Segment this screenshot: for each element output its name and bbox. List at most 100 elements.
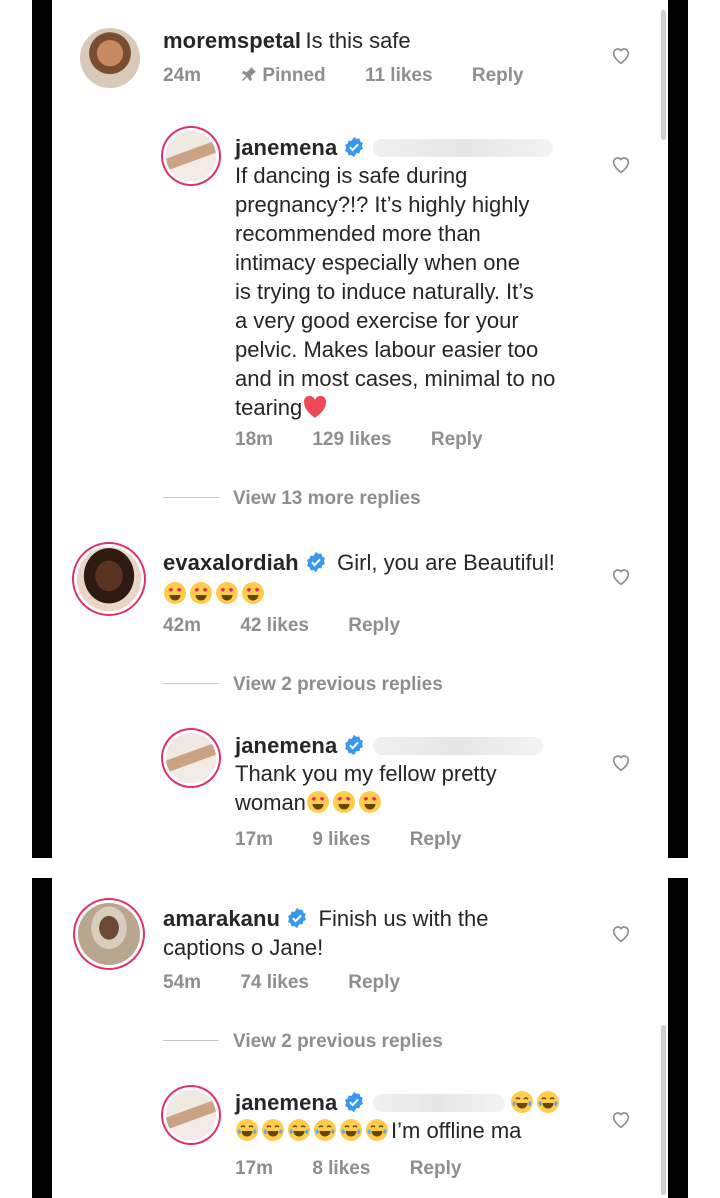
avatar-janemena[interactable]	[166, 131, 216, 181]
comment-text: Girl, you are Beautiful!	[337, 550, 555, 575]
reply-text-line: Thank you my fellow pretty	[235, 761, 497, 786]
comment-text-line: captions o Jane!	[163, 935, 324, 960]
redacted-text	[373, 1094, 506, 1112]
reply-button[interactable]: Reply	[410, 829, 462, 850]
right-black-bar-top	[668, 0, 688, 858]
verified-badge-icon	[345, 1091, 364, 1113]
scrollbar-top[interactable]	[661, 10, 666, 140]
heart-icon[interactable]	[610, 44, 632, 66]
view-previous-replies[interactable]: View 2 previous replies	[163, 1031, 443, 1053]
redacted-text	[373, 139, 554, 157]
reply-text-line: pregnancy?!? It’s highly highly	[235, 192, 530, 217]
reply-text-line: woman	[235, 788, 615, 817]
reply-text-line: and in most cases, minimal to no	[235, 366, 556, 391]
reply-text-line: If dancing is safe during	[235, 163, 468, 188]
tears-of-joy-emoji-icon	[366, 1119, 388, 1141]
left-black-bar-bottom	[32, 878, 52, 1198]
avatar-amarakanu[interactable]	[78, 903, 140, 965]
reply-text-line: intimacy especially when one	[235, 250, 520, 275]
verified-badge-icon	[288, 907, 306, 929]
reply-time: 17m	[235, 829, 274, 850]
tears-of-joy-emoji-icon	[288, 1119, 310, 1141]
tears-of-joy-emoji-icon	[262, 1119, 284, 1141]
likes-count[interactable]: 8 likes	[312, 1158, 370, 1179]
verified-badge-icon	[306, 551, 325, 573]
reply-button[interactable]: Reply	[348, 615, 400, 636]
red-heart-emoji-icon	[304, 395, 327, 418]
pin-icon	[242, 67, 257, 81]
comment-username[interactable]: moremspetal	[163, 28, 301, 53]
reply-username[interactable]: janemena	[235, 1090, 337, 1115]
reply-text-line: recommended more than	[235, 221, 481, 246]
likes-count[interactable]: 11 likes	[365, 65, 433, 86]
verified-badge-icon	[345, 136, 364, 158]
reply-text-line: I’m offline ma	[235, 1116, 615, 1145]
left-black-bar-top	[32, 0, 52, 858]
avatar-janemena[interactable]	[166, 733, 216, 783]
heart-eyes-emoji-row	[163, 581, 603, 606]
heart-icon[interactable]	[610, 565, 632, 587]
comment-username[interactable]: amarakanu	[163, 906, 280, 931]
reply-janemena-3: janemena I’m offline ma	[235, 1090, 615, 1145]
verified-badge-icon	[345, 734, 364, 756]
comment-meta: 42m 42 likes Reply	[163, 615, 434, 637]
likes-count[interactable]: 42 likes	[240, 615, 309, 636]
avatar-evaxalordiah[interactable]	[77, 547, 141, 611]
heart-eyes-emoji-icon	[332, 791, 355, 813]
tears-of-joy-emoji-icon	[510, 1091, 533, 1113]
reply-time: 18m	[235, 429, 274, 450]
reply-meta: 18m 129 likes Reply	[235, 429, 517, 451]
comment-text: Is this safe	[305, 28, 411, 53]
comment-time: 54m	[163, 972, 202, 993]
comment-time: 24m	[163, 65, 202, 86]
reply-button[interactable]: Reply	[348, 972, 400, 993]
reply-janemena-1: janemena If dancing is safe during pregn…	[235, 135, 615, 422]
scrollbar-bottom[interactable]	[661, 1025, 666, 1195]
reply-button[interactable]: Reply	[410, 1158, 462, 1179]
reply-time: 17m	[235, 1158, 274, 1179]
tears-of-joy-emoji-icon	[340, 1119, 362, 1141]
tears-of-joy-emoji-icon	[314, 1119, 336, 1141]
comment-username[interactable]: evaxalordiah	[163, 550, 299, 575]
reply-janemena-2: janemena Thank you my fellow pretty woma…	[235, 733, 615, 817]
reply-text-line-last: tearing	[235, 393, 615, 422]
heart-eyes-emoji-icon	[358, 791, 381, 813]
heart-icon[interactable]	[610, 153, 632, 175]
heart-icon[interactable]	[610, 1108, 632, 1130]
heart-eyes-emoji-icon	[242, 582, 264, 604]
avatar-moremspetal[interactable]	[80, 28, 140, 88]
reply-username[interactable]: janemena	[235, 135, 337, 160]
right-black-bar-bottom	[668, 878, 688, 1198]
reply-meta: 17m 8 likes Reply	[235, 1158, 495, 1180]
comment-text: Finish us with the	[318, 906, 489, 931]
heart-icon[interactable]	[610, 751, 632, 773]
tears-of-joy-emoji-icon	[536, 1091, 559, 1113]
tears-of-joy-emoji-icon	[236, 1119, 258, 1141]
comment-meta: 54m 74 likes Reply	[163, 972, 434, 994]
reply-meta: 17m 9 likes Reply	[235, 829, 495, 851]
redacted-text	[373, 737, 544, 755]
avatar-janemena[interactable]	[166, 1090, 216, 1140]
reply-button[interactable]: Reply	[472, 65, 524, 86]
comment-moremspetal: moremspetal Is this safe	[163, 26, 411, 55]
pinned-label: Pinned	[240, 65, 331, 86]
likes-count[interactable]: 74 likes	[240, 972, 309, 993]
comment-time: 42m	[163, 615, 202, 636]
reply-text-line: pelvic. Makes labour easier too	[235, 337, 539, 362]
heart-eyes-emoji-icon	[190, 582, 212, 604]
comment-meta: 24m Pinned 11 likes Reply	[163, 65, 558, 87]
heart-eyes-emoji-icon	[306, 791, 329, 813]
comment-evaxalordiah: evaxalordiah Girl, you are Beautiful!	[163, 548, 603, 606]
comment-amarakanu: amarakanu Finish us with the captions o …	[163, 904, 603, 962]
reply-username[interactable]: janemena	[235, 733, 337, 758]
reply-button[interactable]: Reply	[431, 429, 483, 450]
view-previous-replies[interactable]: View 2 previous replies	[163, 674, 443, 696]
reply-text-line: a very good exercise for your	[235, 308, 519, 333]
heart-eyes-emoji-icon	[216, 582, 238, 604]
view-more-replies[interactable]: View 13 more replies	[163, 488, 421, 510]
reply-text-line: is trying to induce naturally. It’s	[235, 279, 534, 304]
likes-count[interactable]: 129 likes	[312, 429, 391, 450]
likes-count[interactable]: 9 likes	[312, 829, 370, 850]
heart-icon[interactable]	[610, 922, 632, 944]
heart-eyes-emoji-icon	[164, 582, 186, 604]
